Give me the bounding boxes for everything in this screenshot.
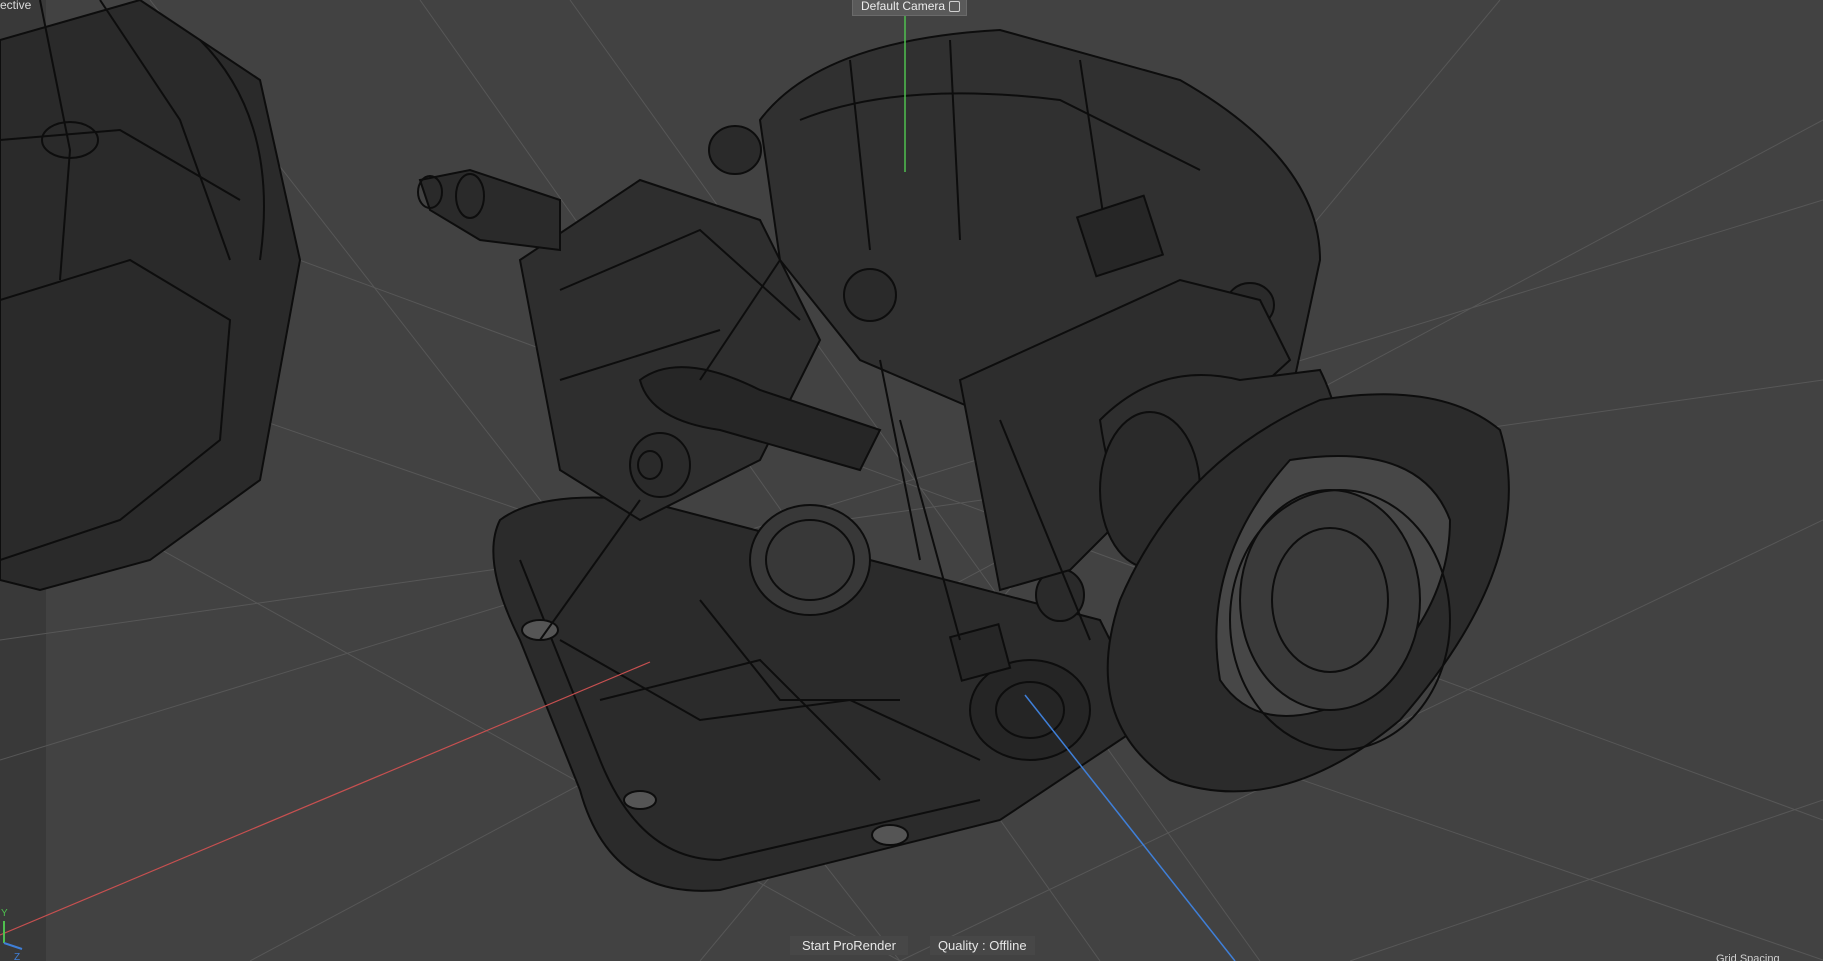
render-bar: Start ProRender Quality : Offline	[790, 932, 1035, 958]
camera-name: Default Camera	[861, 0, 946, 13]
engine-model-wireframe[interactable]	[417, 28, 1510, 892]
left-object-wireframe[interactable]	[0, 0, 302, 592]
axis-gizmo: Y Z	[1, 908, 23, 961]
gizmo-z-label: Z	[14, 952, 20, 961]
scene-canvas[interactable]	[0, 0, 1823, 961]
quality-dropdown[interactable]: Quality : Offline	[929, 935, 1035, 955]
projection-label[interactable]: ective	[0, 0, 31, 12]
quality-label: Quality : Offline	[937, 937, 1027, 953]
camera-label[interactable]: Default Camera	[852, 0, 968, 16]
start-prorender-button[interactable]: Start ProRender	[790, 935, 908, 955]
grid-spacing-label: Grid Spacing	[1716, 953, 1780, 961]
3d-viewport[interactable]: ective Default Camera Y Z Start ProRende…	[0, 0, 1823, 961]
camera-icon[interactable]	[949, 1, 961, 13]
gizmo-y-label: Y	[1, 908, 8, 919]
x-axis-line	[0, 661, 651, 936]
